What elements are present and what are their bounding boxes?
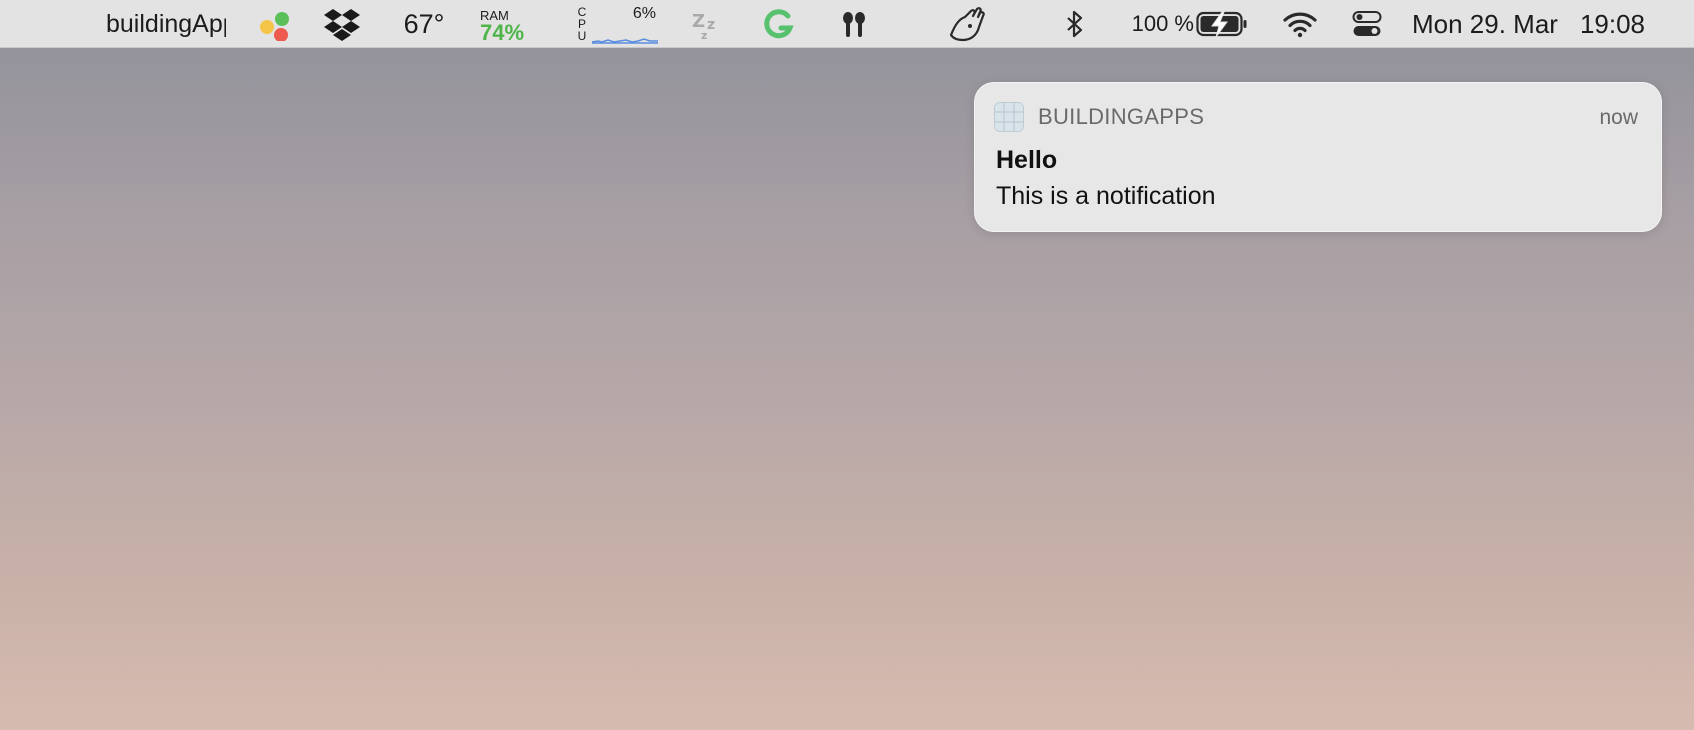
- ram-monitor[interactable]: RAM 74%: [480, 0, 540, 48]
- svg-text:z: z: [701, 29, 707, 41]
- menu-bar: buildingApps 67° RAM 74% CPU 6%: [0, 0, 1694, 48]
- sleep-zzz-icon[interactable]: Z z z: [688, 0, 726, 48]
- temperature-readout[interactable]: 67°: [396, 0, 452, 48]
- color-dots-icon[interactable]: [256, 0, 292, 48]
- grammarly-icon[interactable]: [760, 0, 796, 48]
- dropbox-icon[interactable]: [322, 0, 362, 48]
- notification-time: now: [1599, 106, 1638, 129]
- time-text: 19:08: [1579, 8, 1646, 39]
- app-icon: [994, 102, 1024, 132]
- menu-bar-clock[interactable]: Mon 29. Mar 19:08: [1412, 0, 1682, 48]
- control-center-icon[interactable]: [1350, 0, 1384, 48]
- date-text: Mon 29. Mar: [1412, 8, 1558, 39]
- cpu-value: 6%: [632, 5, 656, 22]
- notification-app-name: BUILDINGAPPS: [1038, 104, 1205, 129]
- app-menu-title[interactable]: buildingApps: [106, 0, 226, 48]
- cpu-label: CPU: [577, 5, 587, 43]
- airpods-icon[interactable]: [836, 0, 872, 48]
- battery-charging-icon[interactable]: [1196, 0, 1248, 48]
- bluetooth-icon[interactable]: [1060, 0, 1090, 48]
- cpu-monitor[interactable]: CPU 6%: [576, 0, 660, 48]
- wifi-icon[interactable]: [1282, 0, 1318, 48]
- svg-text:z: z: [707, 17, 715, 33]
- cpu-graph: [592, 38, 658, 44]
- notification-title: Hello: [996, 146, 1058, 174]
- notification-body: This is a notification: [996, 182, 1216, 210]
- notification-banner[interactable]: BUILDINGAPPS now Hello This is a notific…: [974, 82, 1662, 232]
- battery-percentage[interactable]: 100 %: [1120, 0, 1194, 48]
- hand-gesture-icon[interactable]: [946, 0, 990, 48]
- ram-value: 74%: [480, 19, 525, 45]
